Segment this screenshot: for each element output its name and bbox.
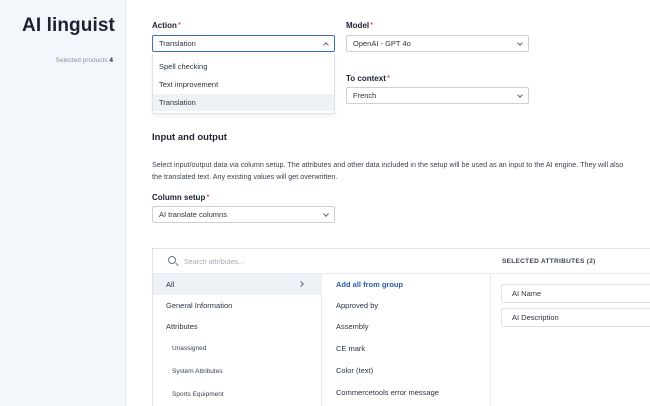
to-context-select[interactable]: French: [346, 87, 529, 104]
attribute-search-row: [153, 249, 491, 274]
model-select-value: OpenAI - GPT 4o: [353, 39, 411, 48]
search-icon: [168, 256, 176, 264]
column-setup-select[interactable]: AI translate columns: [152, 206, 335, 223]
required-mark: *: [386, 74, 390, 83]
action-dropdown: Spell checking Text improvement Translat…: [152, 54, 335, 114]
chevron-down-icon: [323, 211, 329, 217]
chevron-down-icon: [517, 40, 523, 46]
group-item-general-information[interactable]: General Information: [153, 295, 322, 316]
required-mark: *: [177, 21, 182, 30]
model-select[interactable]: OpenAI - GPT 4o: [346, 35, 529, 52]
selected-products: Selected products 4: [56, 57, 113, 64]
column-setup-label: Column setup*: [152, 193, 209, 202]
chevron-up-icon: [323, 42, 329, 48]
group-item-all[interactable]: All: [153, 274, 322, 295]
group-item-label: All: [166, 280, 175, 289]
group-item-system-attributes[interactable]: System Attributes: [153, 361, 322, 382]
io-description-line-1: Select input/output data via column setu…: [152, 160, 624, 169]
attribute-group-list: All General Information Attributes Unass…: [153, 274, 322, 406]
chevron-right-icon: [298, 281, 304, 287]
attribute-item[interactable]: Commercetools error message: [336, 382, 486, 403]
required-mark: *: [206, 193, 210, 202]
chevron-down-icon: [517, 92, 523, 98]
selected-attributes-header: SELECTED ATTRIBUTES (2): [492, 249, 650, 274]
action-label: Action*: [152, 21, 181, 30]
column-setup-select-value: AI translate columns: [159, 210, 227, 219]
attribute-item[interactable]: Approved by: [336, 295, 486, 316]
model-label-text: Model: [346, 21, 370, 30]
attribute-search-input[interactable]: [184, 255, 464, 268]
attribute-item[interactable]: CE mark: [336, 338, 486, 359]
action-option-translation[interactable]: Translation: [153, 94, 334, 111]
selected-products-count: 4: [109, 57, 113, 64]
action-select-value: Translation: [159, 39, 196, 48]
action-label-text: Action: [152, 21, 177, 30]
model-label: Model*: [346, 21, 373, 30]
attributes-panel: All General Information Attributes Unass…: [152, 248, 650, 406]
column-setup-label-text: Column setup: [152, 193, 206, 202]
attribute-item[interactable]: Assembly: [336, 316, 486, 337]
action-option-spell-checking[interactable]: Spell checking: [153, 58, 334, 75]
action-select[interactable]: Translation: [152, 35, 335, 52]
to-context-label: To context*: [346, 74, 390, 83]
to-context-select-value: French: [353, 91, 377, 100]
action-option-text-improvement[interactable]: Text improvement: [153, 76, 334, 93]
add-all-from-group-link[interactable]: Add all from group: [336, 274, 486, 295]
selected-attribute-item[interactable]: AI Name: [501, 284, 650, 303]
selected-products-label: Selected products: [55, 57, 108, 64]
selected-attribute-item[interactable]: AI Description: [501, 308, 650, 327]
required-mark: *: [370, 21, 374, 30]
io-description-line-2: the translated text. Any existing values…: [152, 172, 338, 181]
to-context-label-text: To context: [346, 74, 386, 83]
group-item-unassigned[interactable]: Unassigned: [153, 338, 322, 359]
attribute-list: Add all from group Approved by Assembly …: [323, 274, 491, 406]
group-item-attributes[interactable]: Attributes: [153, 316, 322, 337]
sidebar: AI linguist Selected products 4: [0, 0, 126, 406]
group-item-sports-equipment[interactable]: Sports Equipment: [153, 384, 322, 405]
io-description: Select input/output data via column setu…: [152, 159, 650, 183]
section-title-input-output: Input and output: [152, 132, 227, 143]
app-title: AI linguist: [22, 15, 115, 36]
attribute-item[interactable]: Color (text): [336, 360, 486, 381]
